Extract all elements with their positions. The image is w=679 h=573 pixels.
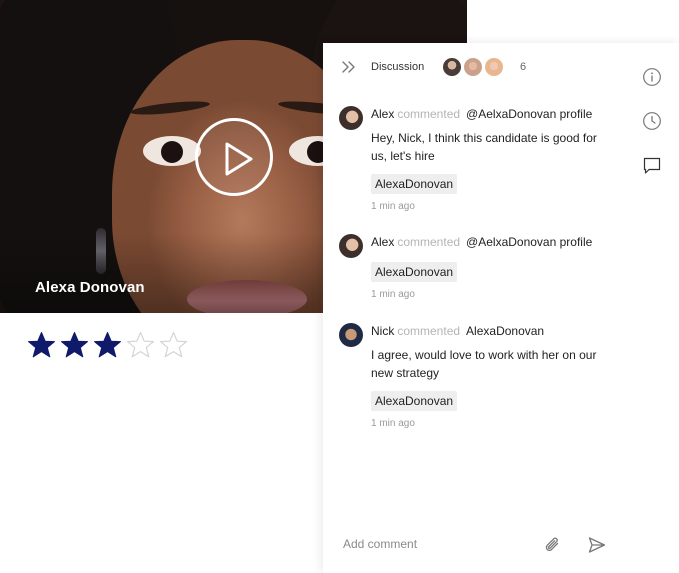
photo-eye [143, 136, 201, 166]
comment-author[interactable]: Alex [371, 107, 394, 121]
comment-target[interactable]: AlexaDonovan [466, 324, 544, 338]
chat-bubble-icon[interactable] [642, 156, 662, 176]
comment-item: Alex commented @AelxaDonovan profile Alexa… [339, 234, 639, 300]
mention-tag[interactable]: AlexaDonovan [371, 391, 458, 411]
comment-timestamp: 1 min ago [371, 201, 415, 212]
mention-tag[interactable]: AlexaDonovan [371, 174, 458, 194]
avatar [483, 56, 505, 78]
add-comment-input[interactable] [343, 537, 523, 551]
comment-target[interactable]: @AelxaDonovan profile [466, 107, 592, 121]
comment-header: Alex commented @AelxaDonovan profile [371, 106, 639, 122]
comment-item: Alex commented @AelxaDonovan profile Hey, … [339, 106, 639, 212]
info-icon[interactable] [642, 67, 662, 87]
comment-action: commented [397, 107, 461, 121]
comment-author[interactable]: Alex [371, 235, 394, 249]
comment-action: commented [397, 324, 461, 338]
candidate-name: Alexa Donovan [35, 279, 145, 296]
participant-count: 6 [520, 61, 527, 73]
paperclip-icon[interactable] [543, 535, 563, 555]
star-filled-icon[interactable] [93, 331, 122, 359]
comment-list: Alex commented @AelxaDonovan profile Hey, … [339, 106, 639, 429]
discussion-panel: Discussion 6 Alex commented @AelxaDonovan … [323, 43, 679, 573]
star-filled-icon[interactable] [27, 331, 56, 359]
discussion-header: Discussion 6 [323, 43, 679, 91]
comment-body: I agree, would love to work with her on … [371, 348, 597, 380]
star-filled-icon[interactable] [60, 331, 89, 359]
star-rating[interactable] [27, 331, 188, 359]
star-empty-icon[interactable] [159, 331, 188, 359]
send-icon[interactable] [587, 535, 607, 555]
discussion-title: Discussion [371, 61, 425, 73]
comment-action: commented [397, 235, 461, 249]
clock-icon[interactable] [642, 111, 662, 131]
play-icon [225, 142, 253, 176]
comment-header: Nick commented AlexaDonovan [371, 323, 639, 339]
play-button[interactable] [195, 118, 273, 196]
avatar [462, 56, 484, 78]
avatar [339, 106, 363, 130]
avatar [339, 323, 363, 347]
comment-body: Hey, Nick, I think this candidate is goo… [371, 131, 597, 163]
comment-target[interactable]: @AelxaDonovan profile [466, 235, 592, 249]
mention-tag[interactable]: AlexaDonovan [371, 262, 458, 282]
comment-author[interactable]: Nick [371, 324, 394, 338]
double-chevron-right-icon[interactable] [341, 60, 357, 74]
comment-item: Nick commented AlexaDonovan I agree, would… [339, 323, 639, 429]
avatar [339, 234, 363, 258]
avatar [441, 56, 463, 78]
participant-avatars[interactable] [441, 56, 505, 78]
comment-timestamp: 1 min ago [371, 289, 415, 300]
comment-header: Alex commented @AelxaDonovan profile [371, 234, 639, 250]
star-empty-icon[interactable] [126, 331, 155, 359]
comment-timestamp: 1 min ago [371, 418, 415, 429]
